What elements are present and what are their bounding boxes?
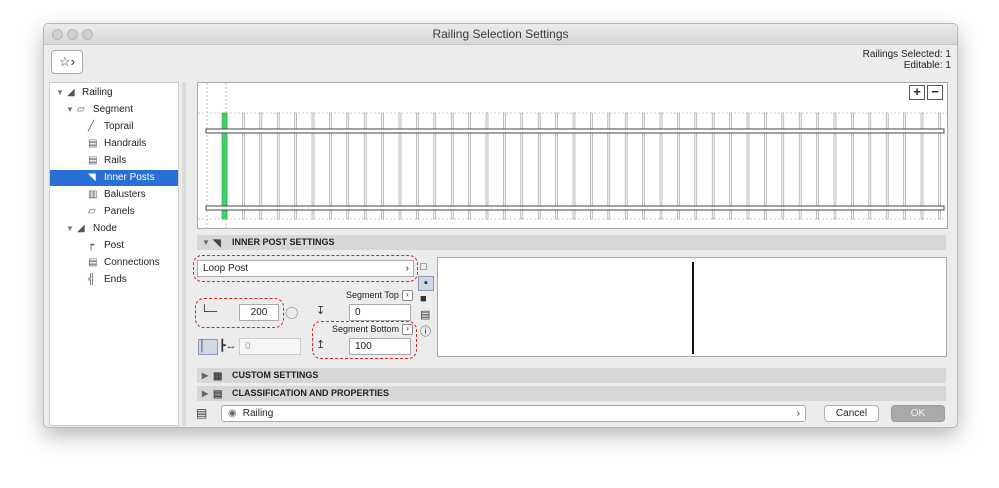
balusters-icon: ▥ — [88, 189, 98, 200]
node-icon: ◢ — [77, 223, 85, 234]
window-title: Railing Selection Settings — [432, 27, 569, 41]
chevron-right-icon: › — [401, 290, 413, 302]
settings-tree: ▼ ◢ Railing ▼ ▱ Segment ╱ Toprail ▤ Hand… — [49, 82, 179, 426]
tree-item-segment[interactable]: ▼ ▱ Segment — [50, 102, 178, 118]
tree-item-label: Panels — [104, 206, 135, 217]
highlight-post-type — [193, 255, 418, 282]
inner-posts-icon: ◥ — [88, 172, 96, 183]
tree-item-node[interactable]: ▼ ◢ Node — [50, 221, 178, 237]
plan-view-icon[interactable]: □ — [420, 261, 427, 273]
expand-triangle-icon[interactable]: ▶ — [202, 368, 208, 383]
tree-item-label: Rails — [104, 155, 127, 166]
tree-item-label: Node — [93, 223, 117, 234]
tree-item-rails[interactable]: ▤ Rails — [50, 153, 178, 169]
editable-count: Editable: 1 — [903, 60, 951, 71]
railing-preview[interactable]: + − — [197, 82, 948, 229]
cancel-button[interactable]: Cancel — [824, 405, 879, 422]
panels-icon: ▱ — [88, 206, 96, 217]
highlight-segment-bottom — [312, 321, 417, 359]
tree-item-balusters[interactable]: ▥ Balusters — [50, 187, 178, 203]
highlight-spacing — [195, 298, 284, 328]
tree-item-label: Balusters — [104, 189, 146, 200]
railing-icon: ◢ — [67, 87, 75, 98]
tree-item-label: Segment — [93, 104, 134, 115]
tree-item-label: Railing — [82, 87, 113, 98]
layers-icon: ▤ — [196, 406, 208, 420]
disclosure-triangle-icon[interactable]: ▼ — [66, 102, 74, 118]
elevation-view-icon[interactable]: ▪ — [418, 276, 434, 291]
collapse-triangle-icon[interactable]: ▼ — [202, 235, 210, 250]
segment-icon: ▱ — [77, 104, 85, 115]
eye-icon: ◉ — [228, 408, 237, 419]
top-rail — [205, 128, 945, 134]
tree-item-inner-posts[interactable]: ◥ Inner Posts — [50, 170, 178, 186]
distribution-field: 0 — [239, 338, 301, 355]
tree-item-toprail[interactable]: ╱ Toprail — [50, 119, 178, 135]
tree-item-label: Toprail — [104, 121, 134, 132]
tree-item-label: Ends — [104, 274, 127, 285]
post-profile-preview — [437, 257, 947, 357]
distribution-fixed-icon[interactable]: │ — [198, 339, 218, 355]
section-title: CUSTOM SETTINGS — [232, 370, 319, 380]
segment-top-icon: ↧ — [316, 305, 326, 317]
classification-icon: ▤ — [213, 389, 223, 400]
tree-item-post[interactable]: ┍ Post — [50, 238, 178, 254]
railings-selected-count: Railings Selected: 1 — [862, 49, 951, 60]
tree-item-label: Post — [104, 240, 125, 251]
inner-posts-icon: ◥ — [213, 238, 221, 249]
toprail-icon: ╱ — [88, 121, 95, 132]
post-icon: ┍ — [88, 240, 95, 251]
pane-splitter[interactable] — [182, 82, 186, 426]
tree-item-label: Inner Posts — [104, 172, 155, 183]
ends-icon: ╣ — [88, 274, 96, 285]
bottom-rail — [205, 205, 945, 211]
chevron-right-icon: › — [796, 408, 800, 419]
tree-item-label: Handrails — [104, 138, 147, 149]
zoom-out-button[interactable]: − — [927, 85, 943, 100]
rails-icon: ▤ — [88, 155, 98, 166]
segment-top-button[interactable]: Segment Top › — [346, 290, 413, 302]
tree-item-ends[interactable]: ╣ Ends — [50, 272, 178, 288]
railing-elevation-drawing — [198, 83, 947, 228]
selection-info: Railings Selected: 1 Editable: 1 — [863, 49, 951, 71]
inner-post-settings-header[interactable]: ▼ ◥ INNER POST SETTINGS — [197, 235, 946, 250]
railing-settings-window: Railing Selection Settings ☆› Railings S… — [43, 23, 958, 428]
title-bar: Railing Selection Settings — [44, 24, 957, 45]
segment-top-field[interactable]: 0 — [349, 304, 411, 321]
tree-item-railing[interactable]: ▼ ◢ Railing — [50, 85, 178, 101]
ok-button[interactable]: OK — [891, 405, 945, 422]
custom-settings-icon: ▦ — [213, 371, 223, 382]
info-icon[interactable]: ⓘ — [420, 326, 431, 338]
3d-view-icon[interactable]: ■ — [420, 293, 427, 305]
disclosure-triangle-icon[interactable]: ▼ — [66, 221, 74, 237]
connections-icon: ▤ — [88, 257, 98, 268]
tree-item-panels[interactable]: ▱ Panels — [50, 204, 178, 220]
lock-icon[interactable]: ◯ — [285, 306, 298, 318]
classification-header[interactable]: ▶ ▤ CLASSIFICATION AND PROPERTIES — [197, 386, 946, 401]
layer-selector[interactable]: ◉ Railing › — [221, 405, 806, 422]
handrails-icon: ▤ — [88, 138, 98, 149]
segment-top-label: Segment Top — [346, 290, 399, 300]
section-title: INNER POST SETTINGS — [232, 237, 335, 247]
zoom-in-button[interactable]: + — [909, 85, 925, 100]
disclosure-triangle-icon[interactable]: ▼ — [56, 85, 64, 101]
side-view-icon[interactable]: ▤ — [420, 309, 430, 321]
expand-triangle-icon[interactable]: ▶ — [202, 386, 208, 401]
layer-value: Railing — [242, 408, 274, 419]
section-title: CLASSIFICATION AND PROPERTIES — [232, 388, 390, 398]
tree-item-connections[interactable]: ▤ Connections — [50, 255, 178, 271]
post-profile-line — [692, 262, 694, 354]
favorites-icon: ☆› — [59, 54, 75, 69]
favorites-button[interactable]: ☆› — [51, 50, 83, 74]
tree-item-label: Connections — [104, 257, 160, 268]
distribution-even-icon[interactable]: ┣↔ — [219, 340, 237, 352]
tree-item-handrails[interactable]: ▤ Handrails — [50, 136, 178, 152]
custom-settings-header[interactable]: ▶ ▦ CUSTOM SETTINGS — [197, 368, 946, 383]
